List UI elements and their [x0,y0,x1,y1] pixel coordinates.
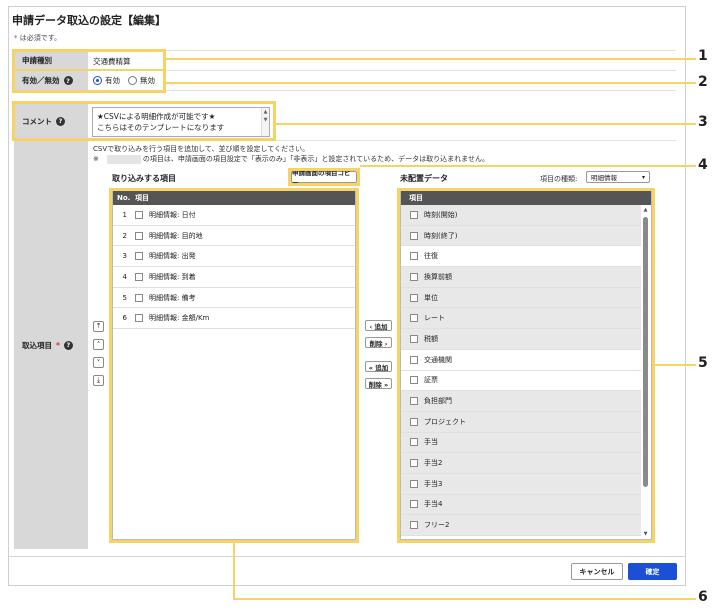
callout-line-6 [233,598,696,600]
import-items-label-text: 取込項目 [22,340,52,350]
highlight-box-3 [12,101,276,141]
callout-line-2 [166,82,696,84]
highlight-box-5 [397,188,655,543]
required-star: * [56,340,60,350]
item-type-select-value: 明細情報 [591,174,617,182]
add-button[interactable]: ‹ 追加 [365,320,392,331]
highlight-divider [12,69,166,71]
import-note-line1: CSVで取り込みを行う項目を追加して、並び順を設定してください。 [93,145,310,153]
highlight-box-1-2 [12,49,166,93]
confirm-button[interactable]: 確定 [628,563,677,580]
remove-all-button[interactable]: 削除 » [365,378,392,389]
required-note: * は必須です。 [14,33,61,43]
callout-line-4 [360,165,696,167]
item-type-select[interactable]: 明細情報 ▾ [586,171,650,183]
import-note-prefix: ※ [93,155,99,163]
highlight-box-6 [109,188,359,543]
callout-number-3: 3 [698,114,708,130]
callout-line-3 [276,123,696,125]
footer-divider [8,556,686,557]
import-note-suffix: の項目は、申請画面の項目設定で「表示のみ」「非表示」と設定されているため、データ… [142,155,489,163]
callout-number-2: 2 [698,74,708,90]
move-up-button[interactable]: ˄ [93,339,104,350]
required-note-text: は必須です。 [17,34,62,42]
right-table-heading: 未配置データ [400,174,448,183]
move-top-button[interactable]: ⤒ [93,321,104,332]
chevron-down-icon: ▾ [641,174,645,181]
callout-number-4: 4 [698,157,708,173]
page-title: 申請データ取込の設定【編集】 [12,14,166,27]
highlight-box-4 [288,168,360,186]
callout-line-5 [655,364,696,366]
move-bottom-button[interactable]: ⤓ [93,375,104,386]
callout-number-1: 1 [698,48,708,64]
callout-number-6: 6 [698,589,708,605]
remove-button[interactable]: 削除 › [365,337,392,348]
callout-number-5: 5 [698,355,708,371]
import-note-line2: ※ の項目は、申請画面の項目設定で「表示のみ」「非表示」と設定されているため、デー… [93,154,489,164]
help-icon[interactable]: ? [63,340,73,350]
move-down-button[interactable]: ˅ [93,357,104,368]
callout-line-1 [166,58,696,60]
add-all-button[interactable]: « 追加 [365,361,392,372]
callout-vline-6 [233,543,235,600]
item-type-label: 項目の種類: [540,175,578,183]
cancel-button[interactable]: キャンセル [571,563,623,580]
import-items-label: 取込項目 * ? [14,141,88,549]
grey-sample-chip [106,154,141,164]
left-table-heading: 取り込みする項目 [112,174,176,183]
